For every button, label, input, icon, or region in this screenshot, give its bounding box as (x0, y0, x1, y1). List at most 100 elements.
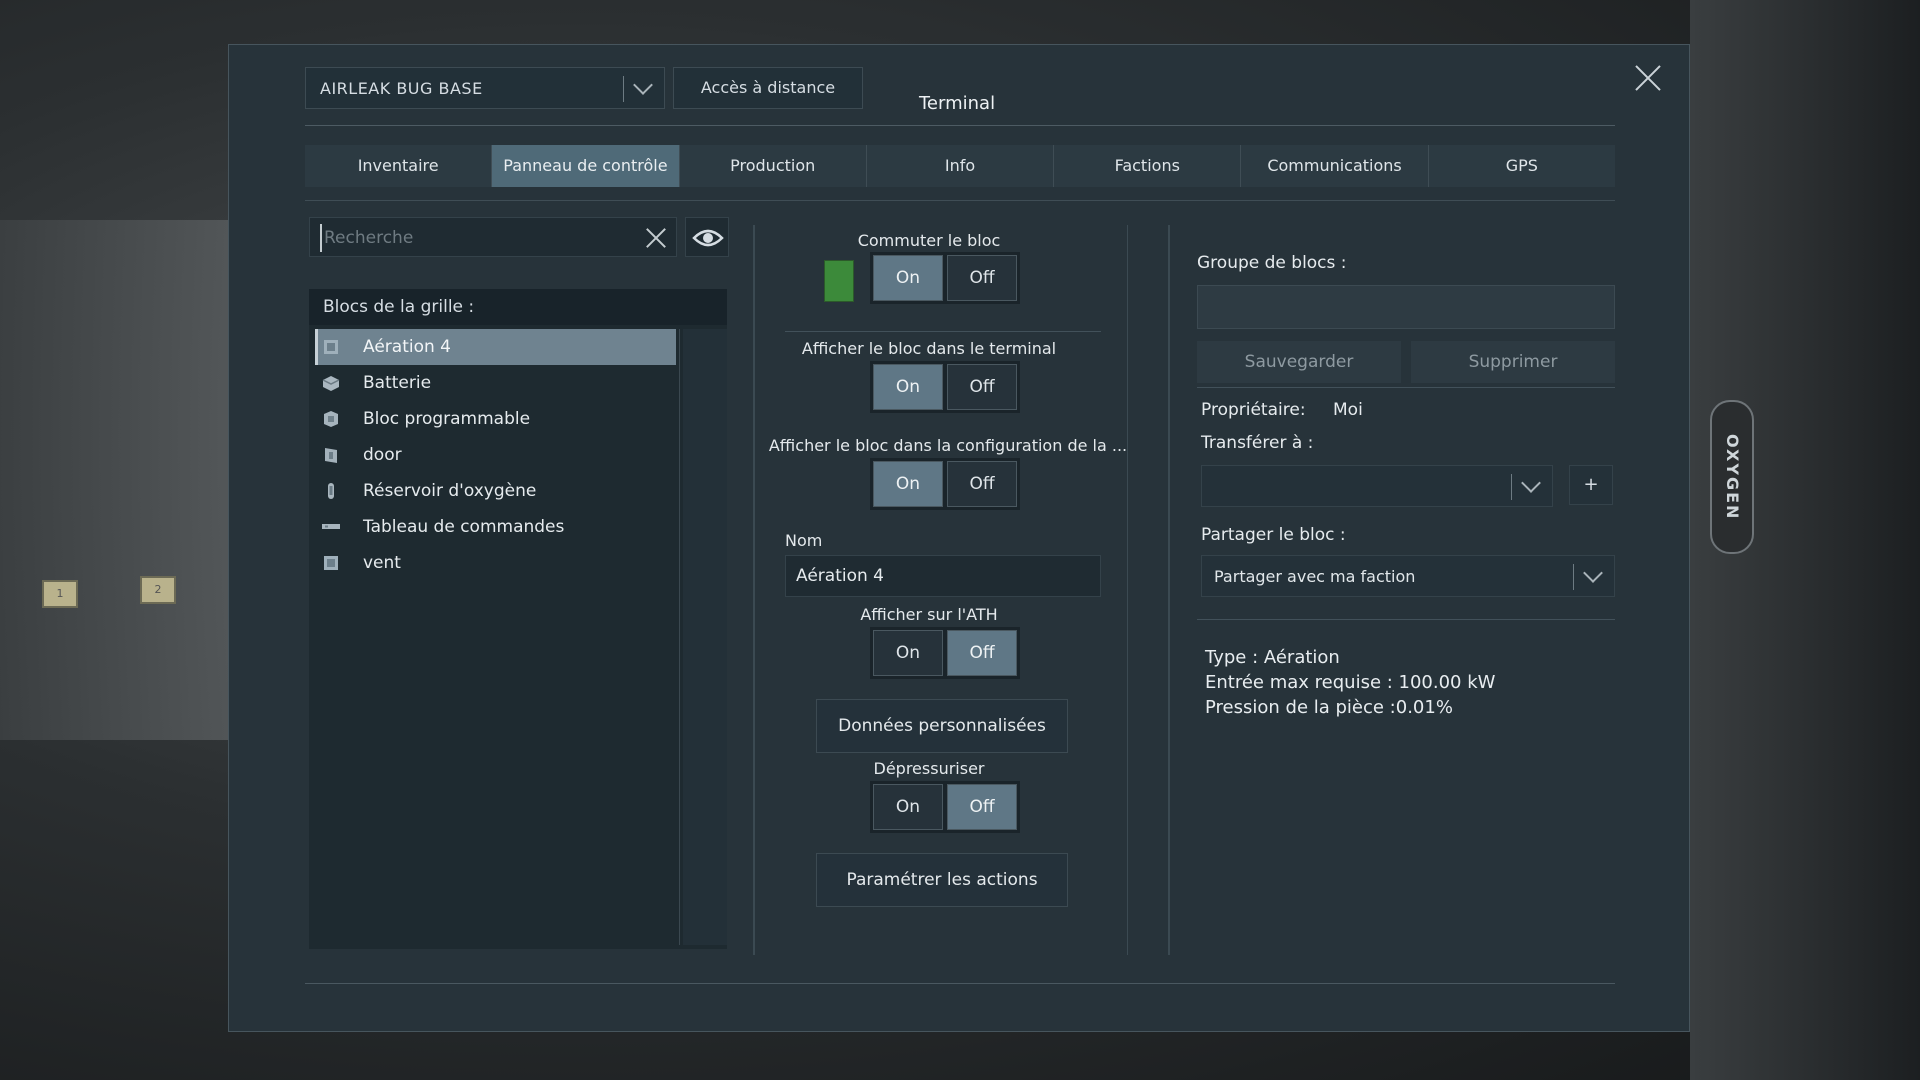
show-hidden-button[interactable] (685, 217, 729, 257)
block-list-title: Blocs de la grille : (309, 289, 727, 325)
block-list-scrollbar[interactable] (683, 329, 727, 945)
depressurize-label: Dépressuriser (873, 759, 985, 778)
list-item-vent[interactable]: vent (315, 545, 679, 581)
save-button[interactable]: Sauvegarder (1197, 341, 1401, 383)
grid-selector[interactable]: AIRLEAK BUG BASE (305, 67, 665, 109)
setup-actions-button[interactable]: Paramétrer les actions (816, 853, 1068, 907)
transfer-dropdown[interactable] (1201, 465, 1553, 507)
grid-selector-value: AIRLEAK BUG BASE (320, 79, 483, 98)
transfer-add-button[interactable]: + (1569, 465, 1613, 505)
right-divider-top (1197, 387, 1615, 388)
show-on-hud-on-button[interactable]: On (873, 630, 943, 676)
list-item-label: Aération 4 (363, 337, 451, 357)
tab-gps[interactable]: GPS (1428, 145, 1615, 187)
show-on-hud-off-button[interactable]: Off (947, 630, 1017, 676)
depressurize-off-button[interactable]: Off (947, 784, 1017, 830)
search-input[interactable] (320, 224, 626, 252)
background-tag-1: 1 (42, 580, 78, 608)
grid-selector-separator (623, 76, 624, 102)
eye-icon (692, 229, 724, 247)
list-item-label: Batterie (363, 373, 432, 393)
show-in-terminal-on-button[interactable]: On (873, 364, 943, 410)
battery-block-icon (321, 374, 341, 392)
show-on-hud-switch: On Off (870, 627, 1020, 679)
tab-bar: Inventaire Panneau de contrôle Productio… (305, 145, 1615, 187)
remote-access-button[interactable]: Accès à distance (673, 67, 863, 109)
chevron-down-icon (1521, 473, 1541, 493)
block-type-text: Type : Aération (1205, 647, 1340, 668)
oxygen-tank-icon (321, 482, 341, 500)
block-group-label: Groupe de blocs : (1197, 253, 1347, 273)
list-item-aeration-4[interactable]: Aération 4 (315, 329, 676, 365)
list-item-batterie[interactable]: Batterie (315, 365, 679, 401)
footer-divider (305, 983, 1615, 984)
show-in-config-switch: On Off (870, 458, 1020, 510)
column-divider-right (1168, 225, 1170, 955)
show-on-hud-label: Afficher sur l'ATH (860, 605, 998, 624)
toggle-block-switch: On Off (870, 252, 1020, 304)
search-box (309, 217, 677, 257)
depressurize-on-button[interactable]: On (873, 784, 943, 830)
owner-value: Moi (1333, 400, 1363, 420)
tab-info[interactable]: Info (866, 145, 1055, 187)
background-tag-2: 2 (140, 576, 176, 604)
vent-block-icon (321, 338, 341, 356)
owner-label: Propriétaire: (1201, 400, 1306, 420)
control-panel-icon (321, 518, 341, 536)
column-divider-left (753, 225, 755, 955)
toggle-block-label: Commuter le bloc (857, 231, 1001, 250)
programmable-block-icon (321, 410, 341, 428)
list-item-label: Réservoir d'oxygène (363, 481, 537, 501)
block-list-panel: Blocs de la grille : Aération 4 Batterie… (309, 289, 727, 949)
show-in-terminal-off-button[interactable]: Off (947, 364, 1017, 410)
chevron-down-icon (633, 75, 653, 95)
transfer-dropdown-separator (1511, 474, 1512, 500)
show-in-terminal-switch: On Off (870, 361, 1020, 413)
list-item-label: Bloc programmable (363, 409, 531, 429)
block-room-pressure-text: Pression de la pièce :0.01% (1205, 697, 1453, 718)
terminal-window: AIRLEAK BUG BASE Accès à distance Termin… (228, 44, 1690, 1032)
section-divider (785, 331, 1101, 332)
list-item-bloc-programmable[interactable]: Bloc programmable (315, 401, 679, 437)
tab-production[interactable]: Production (679, 145, 867, 187)
block-group-input[interactable] (1197, 285, 1615, 329)
tab-divider (305, 200, 1615, 201)
tab-inventory[interactable]: Inventaire (305, 145, 493, 187)
list-item-reservoir-oxygene[interactable]: Réservoir d'oxygène (315, 473, 679, 509)
toggle-block-off-button[interactable]: Off (947, 255, 1017, 301)
oxygen-sign: OXYGEN (1710, 400, 1754, 554)
list-item-label: Tableau de commandes (363, 517, 565, 537)
share-dropdown[interactable]: Partager avec ma faction (1201, 555, 1615, 597)
toggle-block-on-button[interactable]: On (873, 255, 943, 301)
share-block-label: Partager le bloc : (1201, 525, 1346, 545)
list-item-label: vent (363, 553, 401, 573)
tab-control-panel[interactable]: Panneau de contrôle (492, 145, 680, 187)
close-icon[interactable] (1631, 61, 1665, 95)
depressurize-switch: On Off (870, 781, 1020, 833)
column-divider-middle (1127, 225, 1128, 955)
name-label: Nom (785, 531, 823, 550)
custom-data-button[interactable]: Données personnalisées (816, 699, 1068, 753)
list-item-door[interactable]: door (315, 437, 679, 473)
status-indicator (824, 260, 854, 302)
delete-button[interactable]: Supprimer (1411, 341, 1615, 383)
show-in-terminal-label: Afficher le bloc dans le terminal (801, 339, 1057, 358)
chevron-down-icon (1583, 563, 1603, 583)
door-block-icon (321, 446, 341, 464)
list-item-label: door (363, 445, 402, 465)
block-info: Type : Aération Entrée max requise : 100… (1205, 645, 1495, 720)
transfer-label: Transférer à : (1201, 433, 1314, 453)
tab-factions[interactable]: Factions (1054, 145, 1242, 187)
show-in-config-off-button[interactable]: Off (947, 461, 1017, 507)
name-field[interactable]: Aération 4 (785, 555, 1101, 597)
share-dropdown-value: Partager avec ma faction (1214, 567, 1416, 586)
clear-icon[interactable] (644, 226, 668, 250)
background-wall (0, 220, 230, 740)
block-list: Aération 4 Batterie Bloc programmable do… (315, 329, 680, 945)
show-in-config-on-button[interactable]: On (873, 461, 943, 507)
right-divider-bottom (1197, 619, 1615, 620)
terminal-title: Terminal (919, 93, 996, 114)
block-max-input-text: Entrée max requise : 100.00 kW (1205, 672, 1496, 693)
list-item-tableau-de-commandes[interactable]: Tableau de commandes (315, 509, 679, 545)
tab-communications[interactable]: Communications (1241, 145, 1429, 187)
